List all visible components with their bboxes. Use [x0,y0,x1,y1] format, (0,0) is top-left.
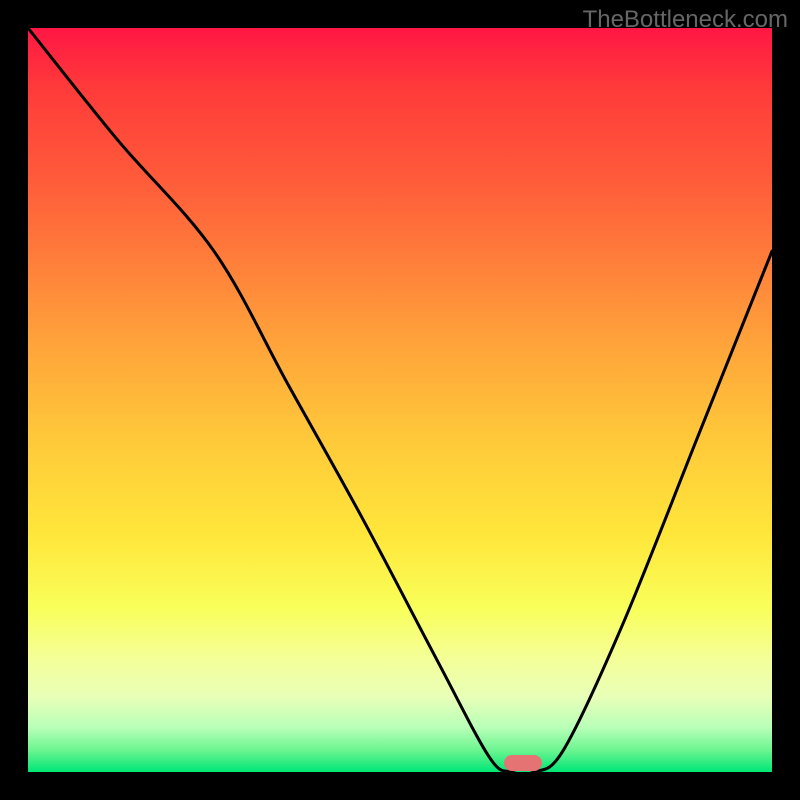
bottleneck-curve [28,28,772,772]
optimal-marker [504,755,542,771]
chart-plot-area [28,28,772,772]
watermark-text: TheBottleneck.com [583,6,788,34]
